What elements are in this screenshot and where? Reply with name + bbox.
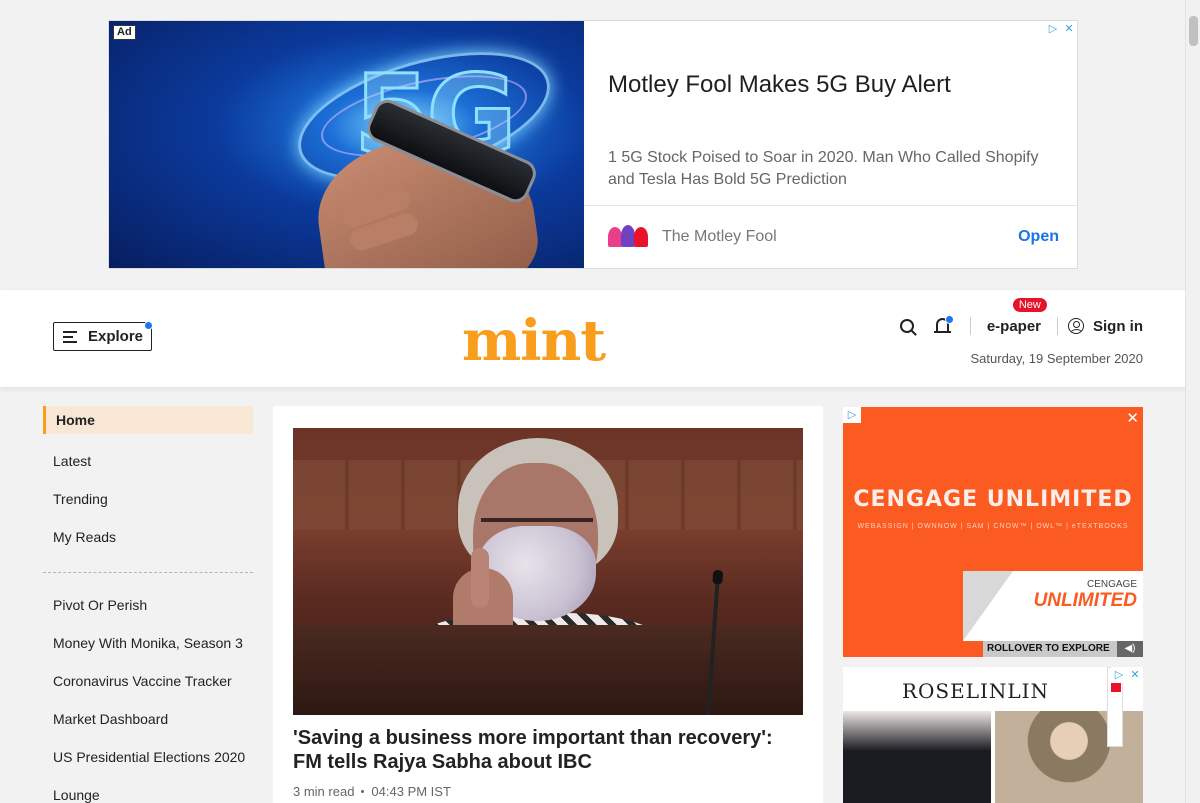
site-header: Explore mint e-paper New Sign in Saturda… — [0, 290, 1186, 387]
ad-label: Ad — [113, 25, 136, 40]
sidebar-item-us-elections[interactable]: US Presidential Elections 2020 — [43, 738, 253, 776]
sidebar-item-vaccine-tracker[interactable]: Coronavirus Vaccine Tracker — [43, 662, 253, 700]
epaper-label: e-paper — [986, 317, 1041, 335]
side-advertisement-roselinlin[interactable]: ROSELINLIN ▷ ✕ — [843, 667, 1143, 803]
ad-peel-corner[interactable]: CENGAGE UNLIMITED — [963, 571, 1143, 641]
header-divider — [969, 317, 971, 335]
ad-close-icon[interactable]: ✕ — [1127, 667, 1143, 683]
ad-title[interactable]: Motley Fool Makes 5G Buy Alert — [608, 71, 1053, 99]
peel-brand-big: UNLIMITED — [1033, 590, 1137, 611]
ad-brand-name: The Motley Fool — [662, 228, 777, 245]
sidebar-item-trending[interactable]: Trending — [43, 480, 253, 518]
read-time: 3 min read — [293, 784, 355, 799]
sidebar-item-latest[interactable]: Latest — [43, 442, 253, 480]
ad-open-button[interactable]: Open — [1018, 228, 1059, 246]
user-account-icon[interactable] — [1068, 318, 1084, 334]
epaper-link[interactable]: e-paper New — [986, 297, 1047, 335]
sidebar-divider — [43, 572, 253, 573]
current-date: Saturday, 19 September 2020 — [970, 351, 1144, 366]
peel-fold — [963, 571, 1013, 641]
scrollbar-thumb[interactable] — [1189, 16, 1198, 46]
sidebar-item-home[interactable]: Home — [43, 406, 253, 434]
publish-time: 04:43 PM IST — [371, 784, 451, 799]
hero-desk — [293, 625, 803, 715]
adchoices-icon[interactable]: ▷ — [1111, 667, 1127, 683]
adchoices-icon[interactable]: ▷ — [843, 407, 861, 423]
top-advertisement[interactable]: 5G Ad ▷ ✕ Motley Fool Makes 5G Buy Alert… — [108, 20, 1078, 269]
motley-fool-jester-icon — [608, 225, 648, 247]
mint-logo[interactable]: mint — [462, 308, 606, 374]
new-badge: New — [1012, 297, 1047, 312]
ad-footer[interactable]: The Motley Fool Open — [584, 205, 1077, 268]
sidebar-item-pivot-or-perish[interactable]: Pivot Or Perish — [43, 586, 253, 624]
speaker-icon[interactable]: ◀) — [1117, 641, 1143, 657]
explore-notification-dot — [144, 321, 153, 330]
ad-image-5g-phone[interactable]: 5G Ad — [109, 21, 584, 268]
page-scrollbar[interactable] — [1185, 0, 1200, 803]
explore-label: Explore — [88, 328, 144, 345]
hero-finger — [471, 548, 489, 608]
header-divider — [1057, 317, 1058, 335]
ad-brand-roselinlin: ROSELINLIN — [901, 679, 1050, 703]
notification-bell-icon[interactable] — [933, 315, 954, 335]
header-actions: e-paper New Sign in — [892, 297, 1143, 342]
sidebar-item-market-dashboard[interactable]: Market Dashboard — [43, 700, 253, 738]
sidebar-nav: Home Latest Trending My Reads Pivot Or P… — [43, 406, 253, 803]
hamburger-menu-icon — [63, 328, 77, 346]
story-headline[interactable]: 'Saving a business more important than r… — [293, 726, 803, 774]
ad-close-icon[interactable]: ✕ — [1126, 409, 1139, 427]
main-story-card: 'Saving a business more important than r… — [273, 406, 823, 803]
peel-brand-small: CENGAGE — [1086, 579, 1137, 590]
sidebar-item-money-with-monika[interactable]: Money With Monika, Season 3 — [43, 624, 253, 662]
ad-choices[interactable]: ▷ ✕ — [1111, 667, 1143, 683]
story-hero-image[interactable] — [293, 428, 803, 715]
ad-brand-cengage: CENGAGE UNLIMITED — [853, 487, 1133, 512]
explore-button[interactable]: Explore — [53, 322, 152, 351]
sidebar-item-lounge[interactable]: Lounge — [43, 776, 253, 803]
hero-glasses — [481, 518, 593, 548]
ad-description: 1 5G Stock Poised to Soar in 2020. Man W… — [608, 149, 1039, 188]
ad-body[interactable]: Motley Fool Makes 5G Buy Alert 1 5G Stoc… — [584, 21, 1077, 205]
ad-product-image-black-top[interactable] — [843, 711, 991, 803]
meta-separator-dot — [361, 790, 365, 793]
signin-link[interactable]: Sign in — [1093, 318, 1143, 335]
peel-brand: CENGAGE UNLIMITED — [1034, 579, 1137, 612]
sidebar-item-my-reads[interactable]: My Reads — [43, 518, 253, 556]
search-icon[interactable] — [899, 317, 918, 335]
story-meta: 3 min read 04:43 PM IST — [293, 784, 451, 799]
side-advertisement-cengage[interactable]: ▷ ✕ CENGAGE UNLIMITED WEBASSIGN | OWNNOW… — [843, 407, 1143, 657]
notification-dot — [944, 315, 954, 324]
ad-brand-subtitle: WEBASSIGN | OWNNOW | SAM | CNOW™ | OWL™ … — [857, 523, 1129, 530]
